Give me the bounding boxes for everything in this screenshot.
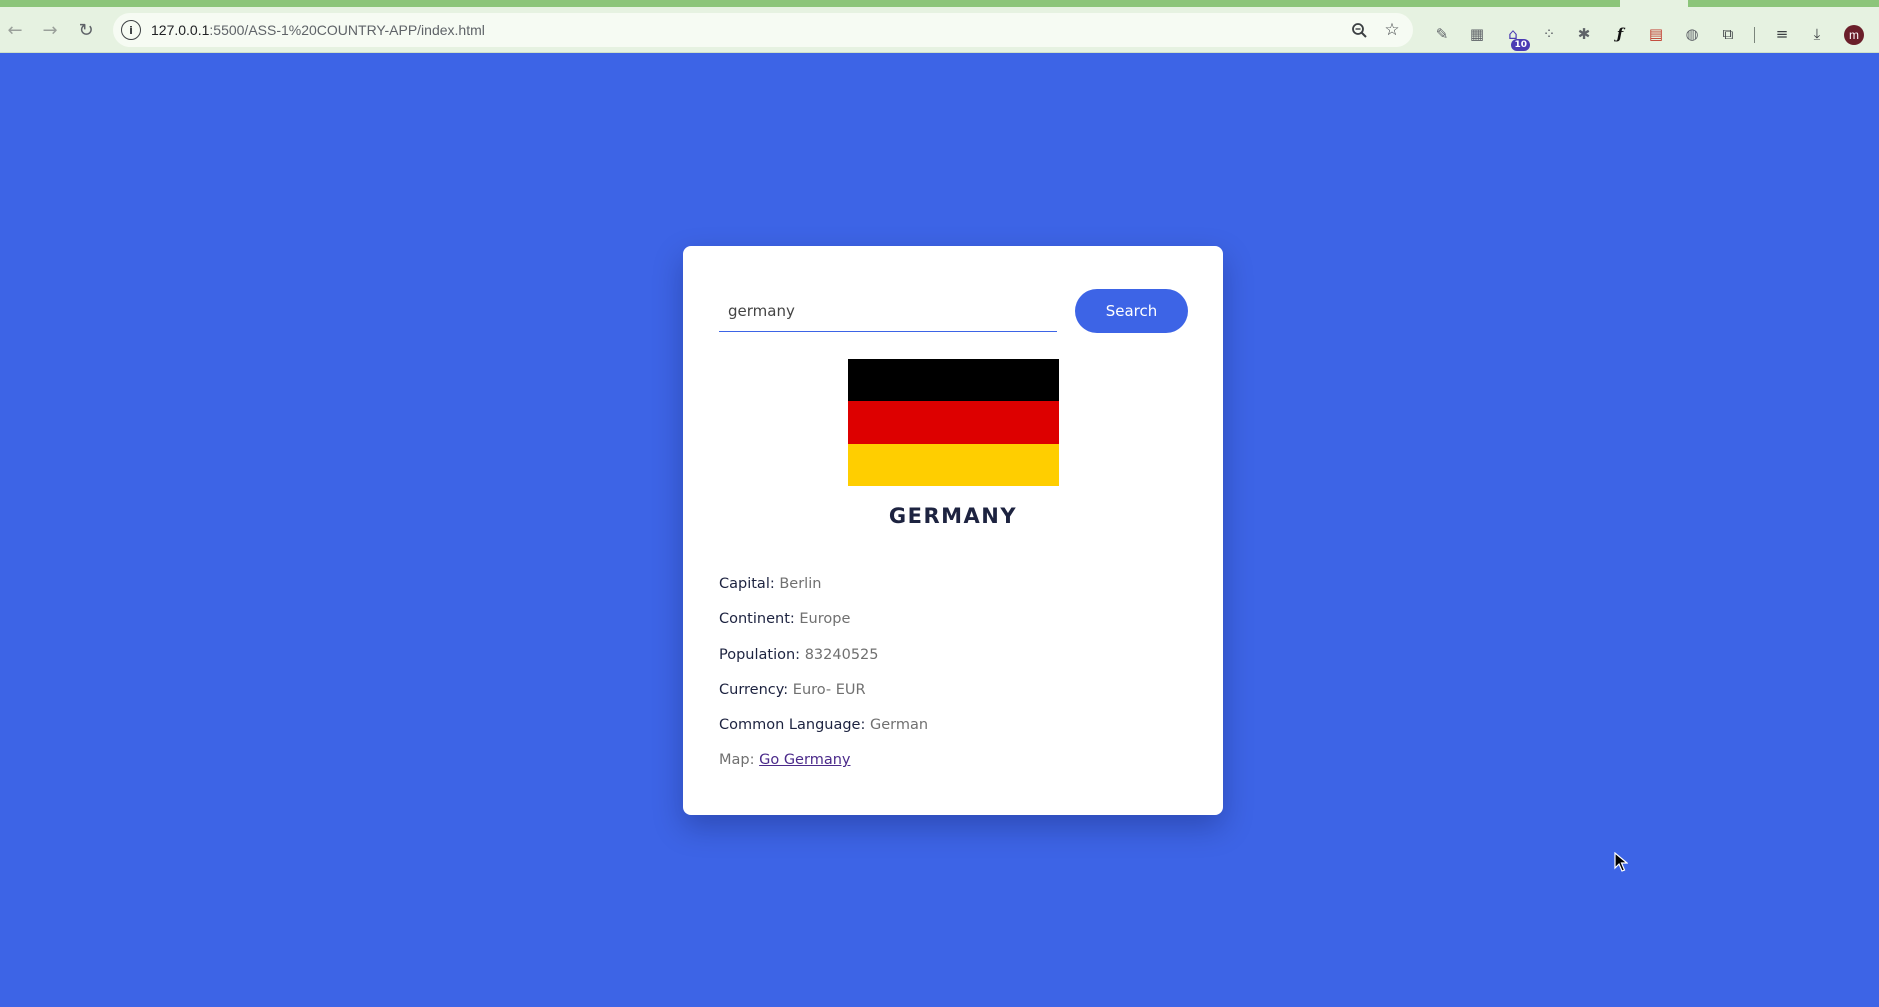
extension-badge: 10 <box>1511 39 1530 51</box>
capital-row: Capital: Berlin <box>719 574 1189 609</box>
forward-button[interactable]: → <box>37 17 63 43</box>
reload-button[interactable]: ↻ <box>73 17 99 43</box>
url-host: 127.0.0.1 <box>151 22 210 38</box>
fx-extension-icon[interactable]: ƒ <box>1609 23 1631 45</box>
continent-value: Europe <box>799 611 851 628</box>
country-search-input[interactable] <box>719 290 1057 332</box>
currency-label: Currency: <box>719 681 789 698</box>
globe-extension-icon[interactable]: ◍ <box>1681 23 1703 45</box>
arrow-left-icon: ← <box>7 19 23 41</box>
url-text[interactable]: 127.0.0.1:5500/ASS-1%20COUNTRY-APP/index… <box>151 13 485 47</box>
back-button[interactable]: ← <box>2 17 28 43</box>
capital-value: Berlin <box>779 576 822 592</box>
currency-value: Euro- EUR <box>792 681 866 698</box>
flag-stripe-red <box>848 401 1059 444</box>
tab-gap <box>1620 0 1688 7</box>
tab-strip <box>0 0 1879 7</box>
bug-extension-icon[interactable]: ✱ <box>1573 23 1595 45</box>
graduation-cap-extension-icon[interactable]: ⌂ 10 <box>1502 23 1530 51</box>
continent-label: Continent: <box>719 611 795 628</box>
currency-row: Currency: Euro- EUR <box>719 680 1189 715</box>
url-path: :5500/ASS-1%20COUNTRY-APP/index.html <box>209 22 485 38</box>
country-details: Capital: Berlin Continent: Europe Popula… <box>719 574 1189 786</box>
arrow-right-icon: → <box>42 19 58 41</box>
media-queue-icon[interactable]: ≡ <box>1771 23 1793 45</box>
language-row: Common Language: German <box>719 715 1189 750</box>
population-value: 83240525 <box>804 646 879 663</box>
dots-extension-icon[interactable]: ⁘ <box>1538 23 1560 45</box>
star-icon[interactable]: ☆ <box>1381 19 1403 41</box>
country-name: GERMANY <box>888 504 1018 528</box>
search-button[interactable]: Search <box>1075 289 1188 333</box>
language-value: German <box>869 717 929 734</box>
flag-stripe-black <box>848 359 1059 402</box>
population-row: Population: 83240525 <box>719 645 1189 680</box>
profile-avatar[interactable]: m <box>1844 25 1864 45</box>
pen-extension-icon[interactable]: ✎ <box>1431 23 1453 45</box>
zoom-icon[interactable] <box>1348 19 1370 41</box>
browser-toolbar: ← → ↻ i 127.0.0.1:5500/ASS-1%20COUNTRY-A… <box>0 7 1879 53</box>
continent-row: Continent: Europe <box>719 609 1189 644</box>
mouse-cursor-icon <box>1614 852 1628 872</box>
toolbar-separator <box>1754 27 1755 43</box>
info-icon[interactable]: i <box>121 20 141 40</box>
calendar-extension-icon[interactable]: ▤ <box>1645 23 1667 45</box>
reload-icon: ↻ <box>78 19 94 41</box>
map-label: Map: <box>719 752 755 769</box>
map-link[interactable]: Go Germany <box>759 752 850 768</box>
country-card: Search GERMANY Capital: Berlin Continent… <box>683 246 1223 815</box>
capital-label: Capital: <box>719 576 775 592</box>
address-bar[interactable]: i 127.0.0.1:5500/ASS-1%20COUNTRY-APP/ind… <box>113 13 1413 47</box>
flag-stripe-gold <box>848 443 1059 486</box>
population-label: Population: <box>719 646 801 663</box>
puzzle-extensions-icon[interactable]: ⧉ <box>1717 23 1739 45</box>
language-label: Common Language: <box>719 717 866 734</box>
country-flag <box>848 359 1059 486</box>
map-row: Map: Go Germany <box>719 750 1189 785</box>
grid-extension-icon[interactable]: ▦ <box>1466 23 1488 45</box>
download-icon[interactable]: ⤓ <box>1806 23 1828 45</box>
